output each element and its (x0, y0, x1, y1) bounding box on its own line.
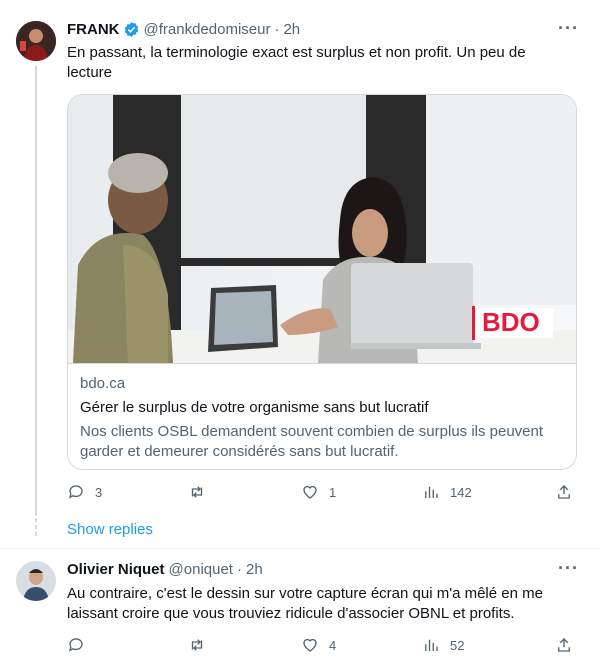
separator: · (274, 21, 280, 38)
author-name[interactable]: FRANK (67, 21, 120, 38)
separator: · (236, 561, 242, 578)
reply-icon (68, 485, 83, 499)
views-button[interactable]: 52 (422, 636, 464, 654)
tweet-actions: 4 52 (67, 636, 577, 656)
card-title: Gérer le surplus de votre organisme sans… (80, 399, 429, 416)
tweet-text: Au contraire, c'est le dessin sur votre … (67, 585, 543, 622)
card-domain: bdo.ca (80, 375, 126, 392)
card-body[interactable]: bdo.ca Gérer le surplus de votre organis… (68, 363, 576, 469)
like-count: 1 (329, 484, 337, 500)
repost-button[interactable] (188, 636, 216, 654)
more-options-icon[interactable]: ··· (558, 18, 579, 39)
card-description: Nos clients OSBL demandent souvent combi… (80, 423, 544, 460)
reply-icon (68, 638, 83, 652)
avatar-olivier[interactable] (16, 561, 56, 601)
more-options-icon[interactable]: ··· (558, 558, 579, 579)
bdo-logo: BDO (482, 307, 540, 337)
author-handle[interactable]: @frankdedomiseur (144, 21, 271, 38)
heart-icon (303, 485, 317, 499)
author-handle[interactable]: @oniquet (169, 561, 233, 578)
tweet-frank[interactable]: FRANK @frankdedomiseur · 2h ··· En passa… (0, 0, 600, 548)
views-count: 142 (450, 484, 472, 500)
author-name[interactable]: Olivier Niquet (67, 561, 165, 578)
views-button[interactable]: 142 (422, 483, 472, 501)
timestamp[interactable]: 2h (283, 21, 300, 38)
share-button[interactable] (555, 636, 573, 654)
tweet-actions: 3 1 142 (67, 483, 577, 503)
reply-button[interactable] (67, 636, 95, 654)
card-image[interactable]: BDO (68, 95, 576, 363)
repost-button[interactable] (188, 483, 216, 501)
like-button[interactable]: 1 (301, 483, 336, 501)
reply-button[interactable]: 3 (67, 483, 102, 501)
analytics-icon (425, 639, 438, 651)
repost-icon (191, 639, 203, 651)
repost-icon (191, 486, 203, 498)
show-replies-link[interactable]: Show replies (67, 521, 153, 538)
link-card[interactable]: BDO bdo.ca Gérer le surplus de votre org… (67, 94, 577, 470)
like-button[interactable]: 4 (301, 636, 336, 654)
timestamp[interactable]: 2h (246, 561, 263, 578)
tweet-olivier[interactable]: Olivier Niquet @oniquet · 2h ··· Au cont… (0, 549, 600, 665)
tweet-text: En passant, la terminologie exact est su… (67, 44, 526, 81)
like-count: 4 (329, 637, 337, 653)
share-button[interactable] (555, 483, 573, 501)
heart-icon (303, 638, 317, 652)
share-icon (558, 485, 570, 499)
reply-count: 3 (95, 484, 103, 500)
share-icon (558, 638, 570, 652)
avatar-frank[interactable] (16, 21, 56, 61)
views-count: 52 (450, 637, 465, 653)
analytics-icon (425, 486, 438, 498)
verified-badge-icon (123, 21, 140, 38)
